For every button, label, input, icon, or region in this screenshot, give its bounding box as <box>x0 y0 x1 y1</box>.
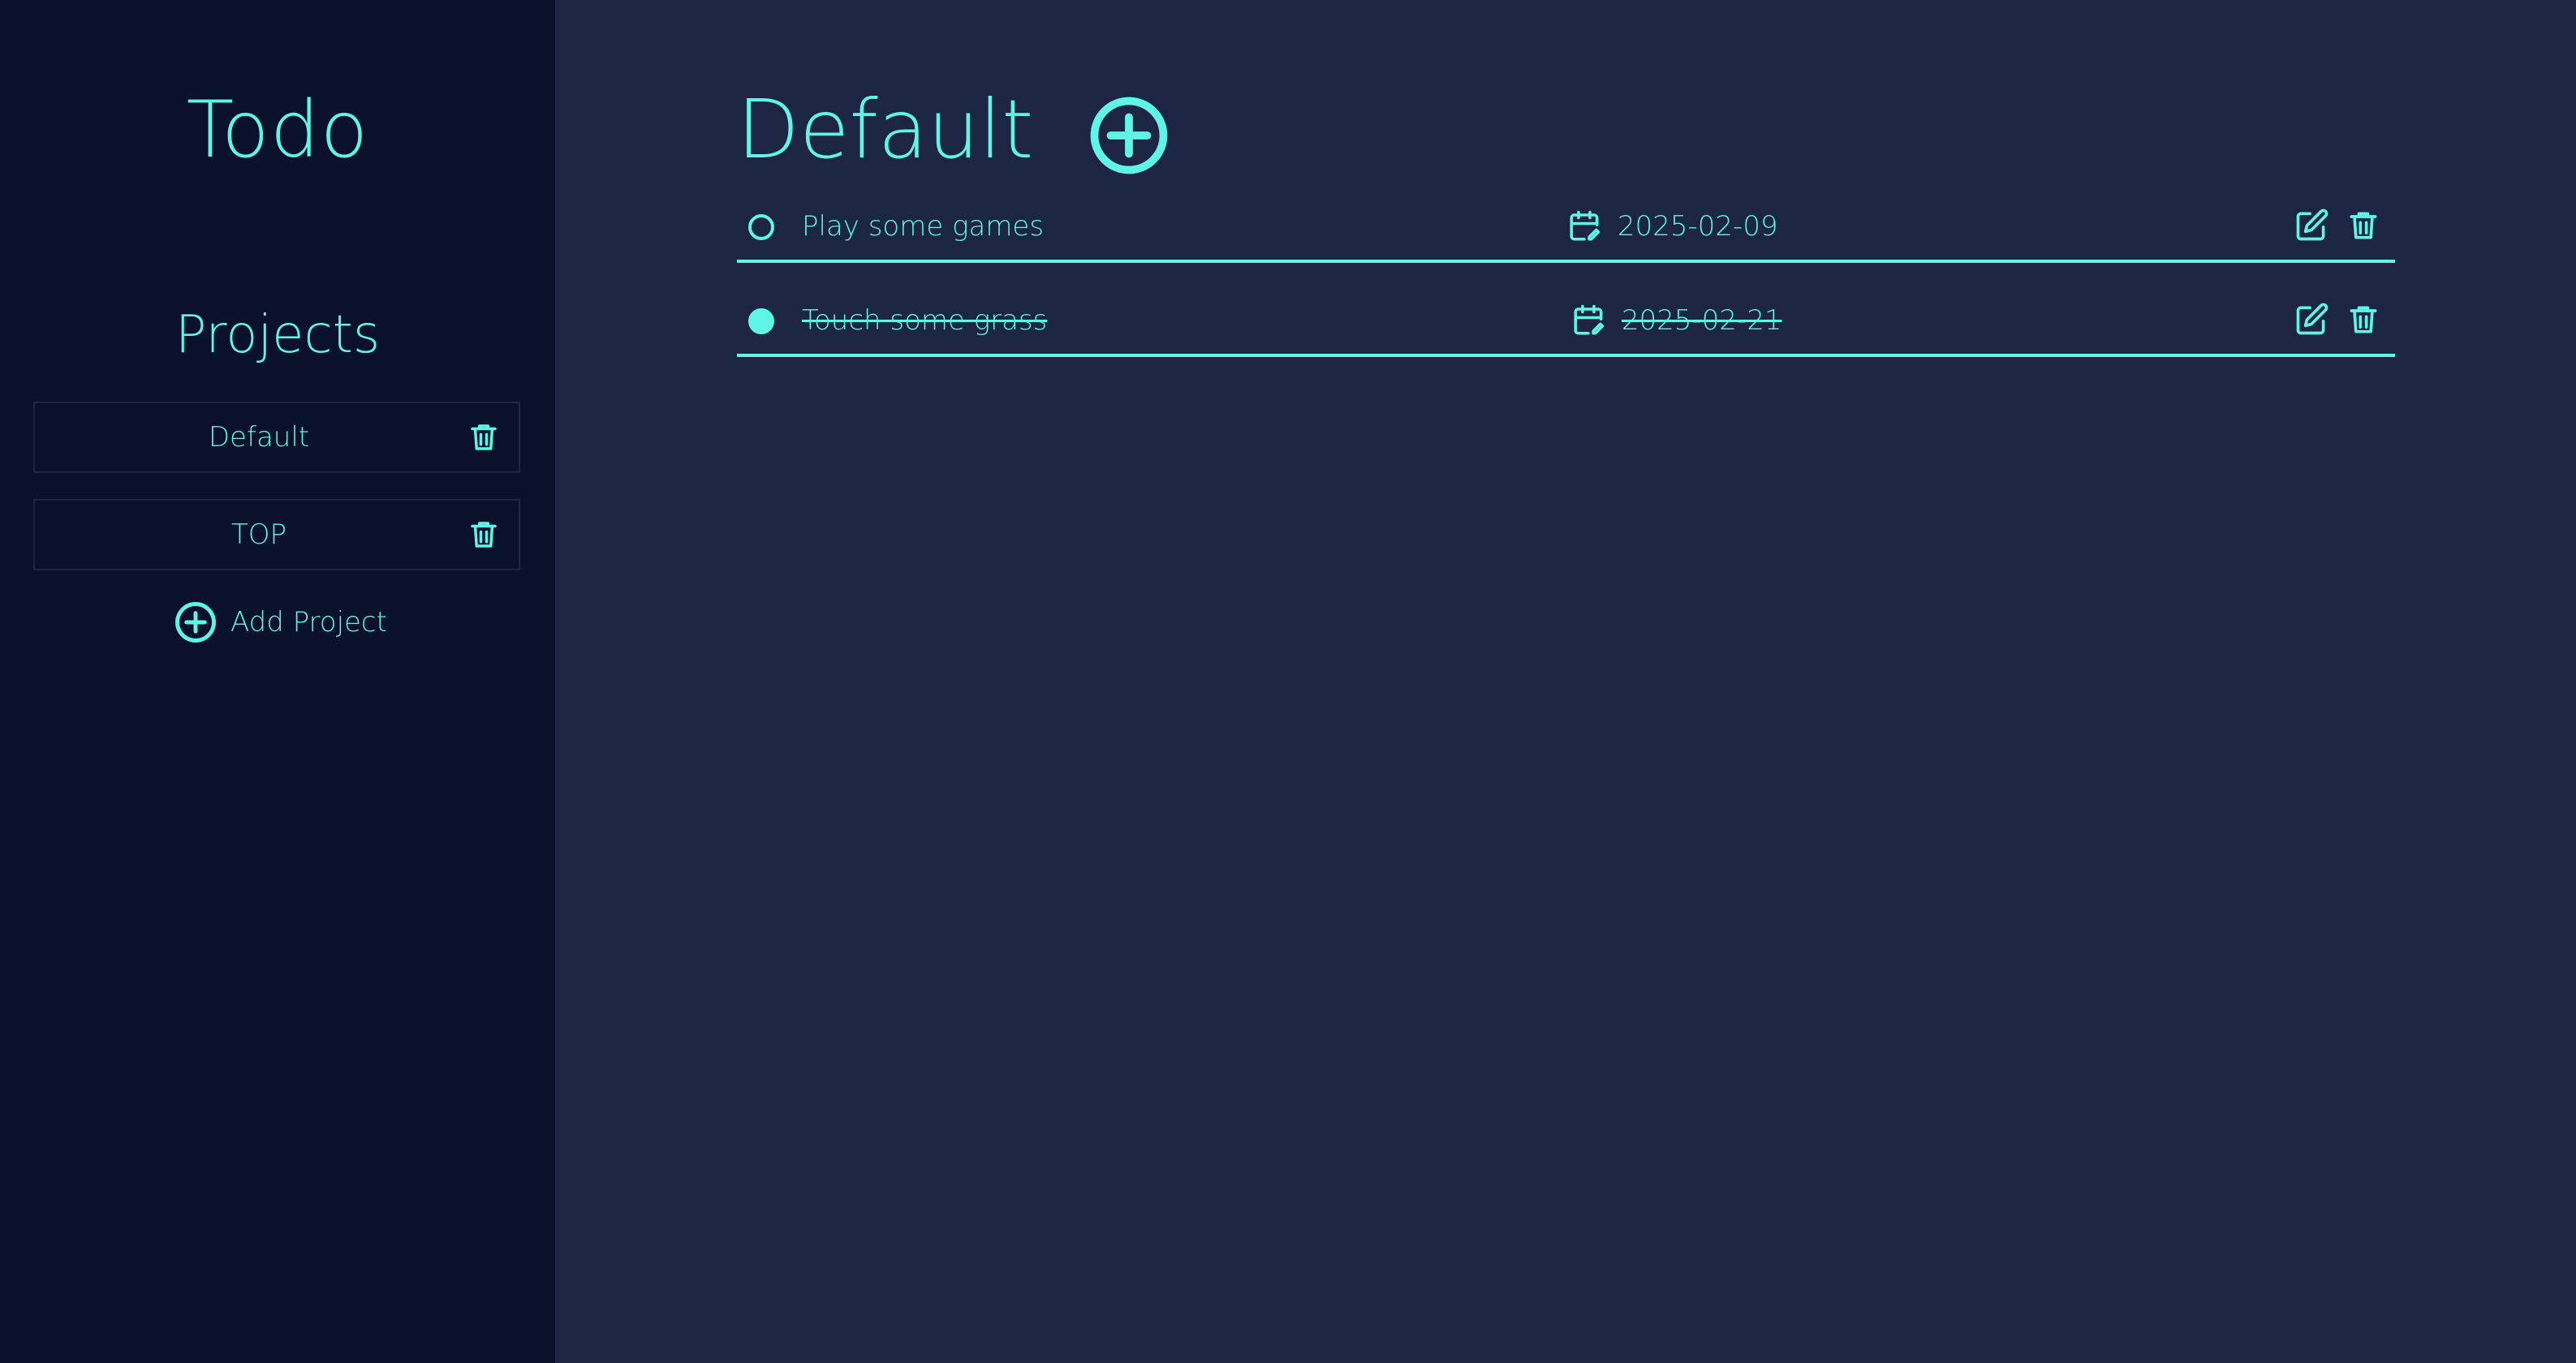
project-label[interactable]: TOP <box>35 501 483 569</box>
add-project-button[interactable]: Add Project <box>174 600 387 644</box>
todo-title: Play some games <box>802 210 1045 243</box>
todo-item: Touch some grass 2025-02-21 <box>737 287 2395 357</box>
project-item-default[interactable]: Default <box>33 402 520 473</box>
calendar-edit-icon[interactable] <box>1567 209 1601 243</box>
project-label[interactable]: Default <box>35 403 483 471</box>
sidebar: Todo Projects Default TOP Add Project <box>0 0 555 1363</box>
calendar-edit-icon[interactable] <box>1571 303 1605 338</box>
edit-icon[interactable] <box>2294 302 2329 338</box>
add-todo-button[interactable] <box>1089 96 1169 175</box>
app-title: Todo <box>186 84 369 175</box>
trash-icon[interactable] <box>2346 208 2381 243</box>
todo-title: Touch some grass <box>802 304 1048 337</box>
projects-heading: Projects <box>174 305 381 365</box>
project-item-top[interactable]: TOP <box>33 499 520 570</box>
todo-checkbox[interactable] <box>748 308 774 334</box>
project-title: Default <box>737 82 1034 177</box>
todo-checkbox[interactable] <box>748 214 774 240</box>
add-project-label: Add Project <box>230 606 387 639</box>
todo-item: Play some games 2025-02-09 <box>737 193 2395 263</box>
trash-icon[interactable] <box>467 420 501 454</box>
todo-due-date: 2025-02-21 <box>1622 304 1782 337</box>
trash-icon[interactable] <box>467 518 501 552</box>
todo-due-date: 2025-02-09 <box>1618 210 1778 243</box>
edit-icon[interactable] <box>2294 208 2329 243</box>
trash-icon[interactable] <box>2346 302 2381 338</box>
plus-circle-icon <box>174 600 218 644</box>
todo-list: Play some games 2025-02-09 Touch some gr… <box>737 193 2395 381</box>
todo-app: Todo Projects Default TOP Add Project De… <box>0 0 2576 1363</box>
